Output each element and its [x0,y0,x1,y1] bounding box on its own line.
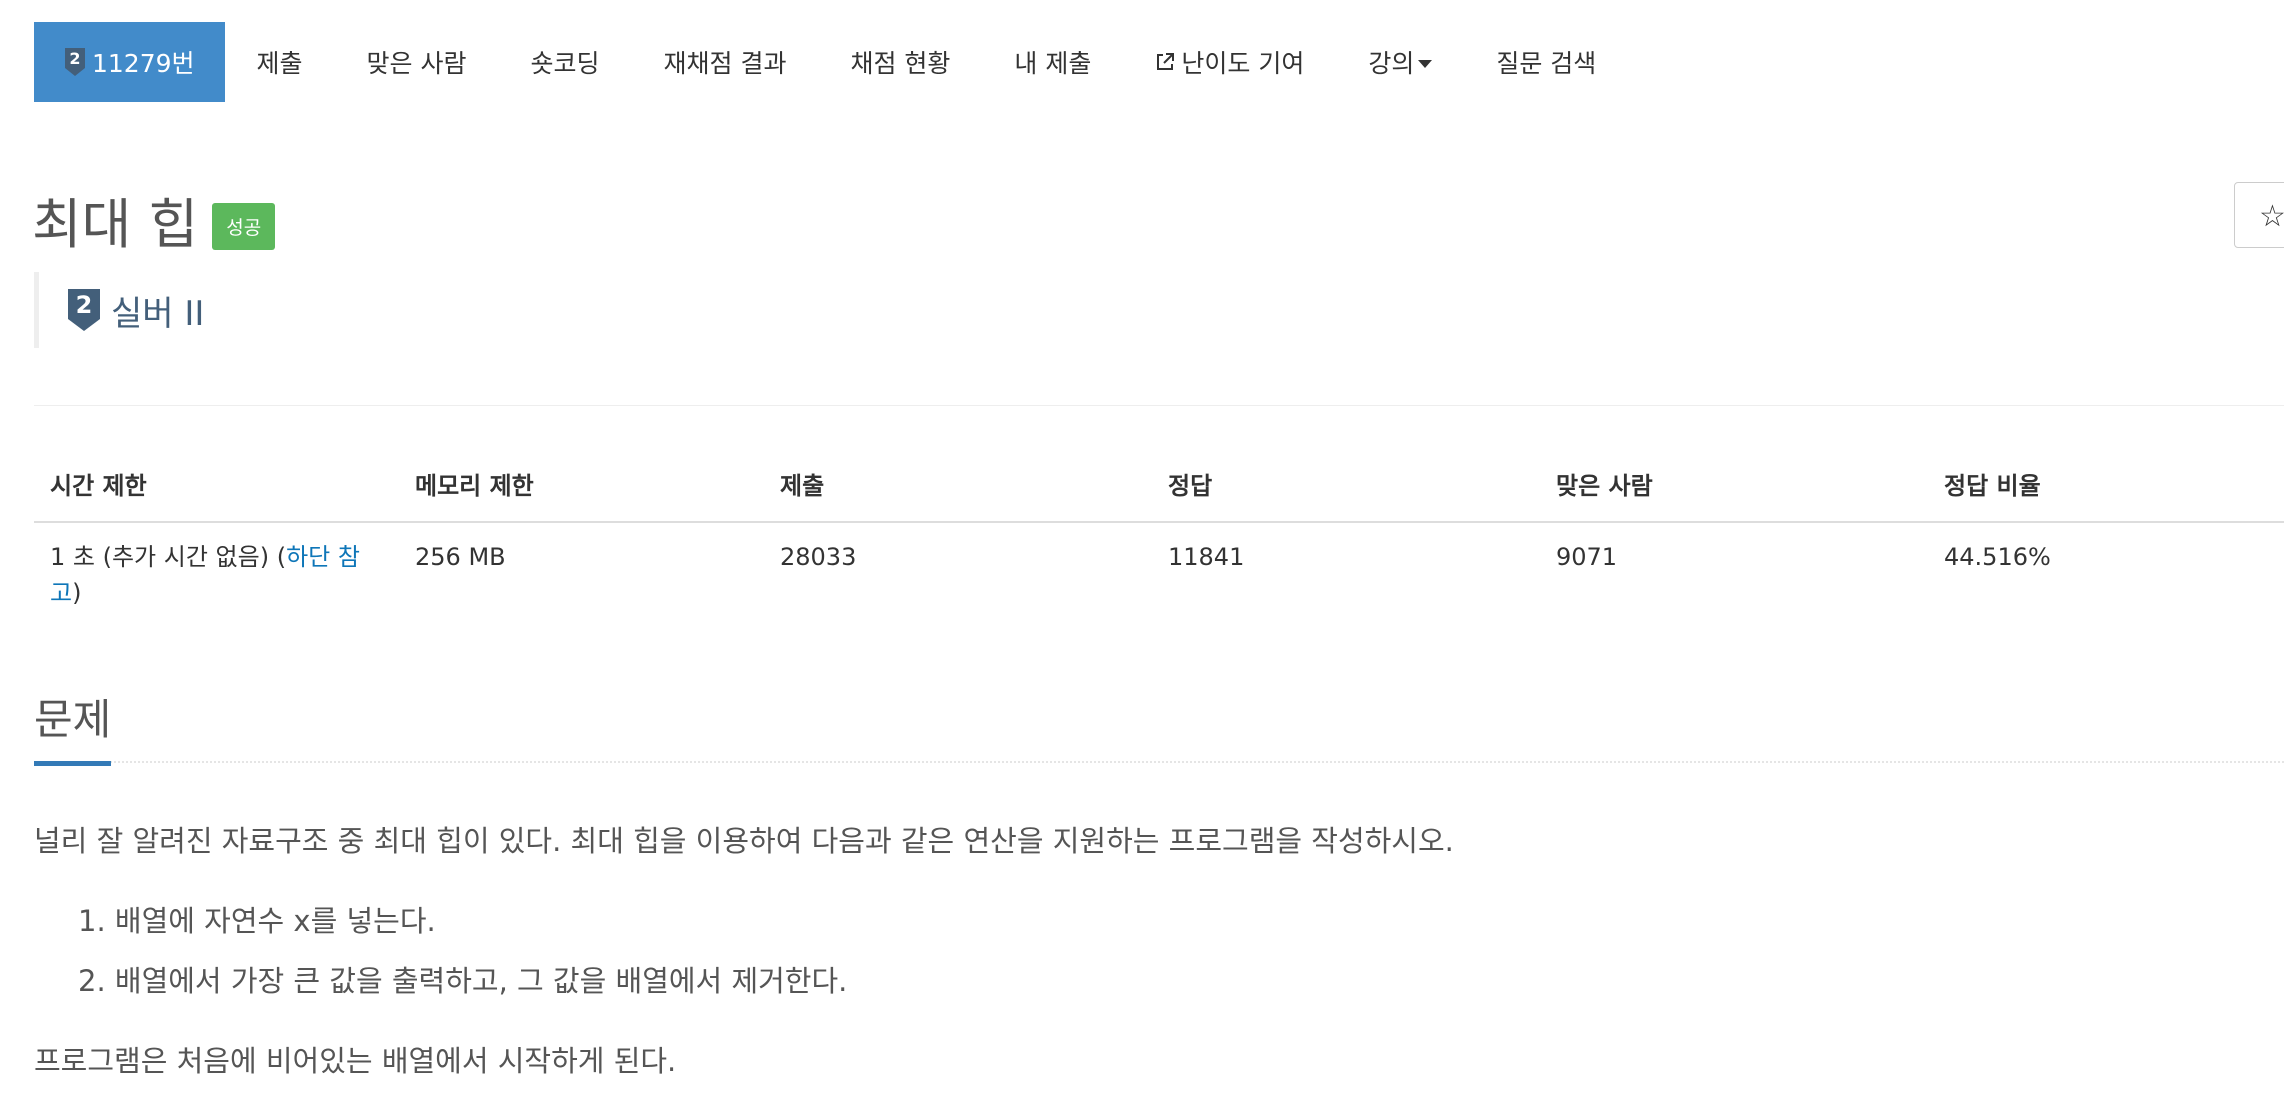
solvers-cell: 9071 [1556,543,1618,571]
column-header: 시간 제한 [34,450,399,523]
list-item: 1. 배열에 자연수 x를 넣는다. [78,904,436,938]
tab-short-coding[interactable]: 숏코딩 [499,22,632,102]
submissions-cell: 28033 [780,543,857,571]
svg-text:2: 2 [69,49,80,68]
caret-down-icon [1418,60,1433,68]
memory-limit-cell: 256 MB [415,543,506,571]
favorite-button[interactable]: ☆ [2234,182,2284,248]
tab-lectures-label: 강의 [1368,49,1415,78]
operations-list: 1. 배열에 자연수 x를 넣는다. 2. 배열에서 가장 큰 값을 출력하고,… [78,898,847,1018]
tab-difficulty-contribute[interactable]: 난이도 기여 [1123,22,1336,102]
table-header-row: 시간 제한 메모리 제한 제출 정답 맞은 사람 정답 비율 [34,450,2284,523]
accepted-cell: 11841 [1168,543,1245,571]
problem-section-header: 문제 [34,686,2284,766]
table-row: 1 초 (추가 시간 없음) (하단 참고) 256 MB 28033 1184… [34,522,2284,621]
tab-my-submissions[interactable]: 내 제출 [982,22,1123,102]
ratio-cell: 44.516% [1944,543,2051,571]
tab-problem-label: 11279번 [92,49,195,78]
problem-note: 프로그램은 처음에 비어있는 배열에서 시작하게 된다. [34,1044,677,1078]
silver-tier-icon: 2 [67,288,101,332]
tab-submit[interactable]: 제출 [225,22,335,102]
tab-solvers[interactable]: 맞은 사람 [335,22,499,102]
svg-text:2: 2 [76,291,93,319]
problem-tier: 2 실버 II [34,272,204,348]
silver-tier-icon: 2 [64,47,86,77]
problem-description: 널리 잘 알려진 자료구조 중 최대 힙이 있다. 최대 힙을 이용하여 다음과… [34,824,1454,858]
problem-info-table: 시간 제한 메모리 제한 제출 정답 맞은 사람 정답 비율 1 초 (추가 시… [34,450,2284,621]
divider [34,405,2284,406]
column-header: 메모리 제한 [399,450,764,523]
column-header: 정답 비율 [1928,450,2284,523]
list-item: 2. 배열에서 가장 큰 값을 출력하고, 그 값을 배열에서 제거한다. [78,964,848,998]
problem-title: 최대 힙 [32,193,199,256]
tab-lectures[interactable]: 강의 [1336,22,1464,102]
column-header: 맞은 사람 [1540,450,1928,523]
tab-status[interactable]: 채점 현황 [818,22,982,102]
problem-title-row: 최대 힙 성공 [32,180,276,259]
problem-menu: 2 11279번 제출 맞은 사람 숏코딩 재채점 결과 채점 현황 내 제출 … [34,22,1628,102]
tab-problem[interactable]: 2 11279번 [34,22,225,102]
column-header: 제출 [764,450,1152,523]
section-title: 문제 [34,686,112,766]
external-link-icon [1155,52,1175,72]
time-limit-cell: 1 초 (추가 시간 없음) (하단 참고) [50,543,360,607]
column-header: 정답 [1152,450,1540,523]
tab-difficulty-contribute-label: 난이도 기여 [1181,49,1305,78]
tab-rejudge-results[interactable]: 재채점 결과 [632,22,819,102]
status-badge: 성공 [212,203,276,250]
star-icon: ☆ [2259,199,2284,234]
tier-label: 실버 II [111,293,205,334]
tab-question-search[interactable]: 질문 검색 [1464,22,1628,102]
